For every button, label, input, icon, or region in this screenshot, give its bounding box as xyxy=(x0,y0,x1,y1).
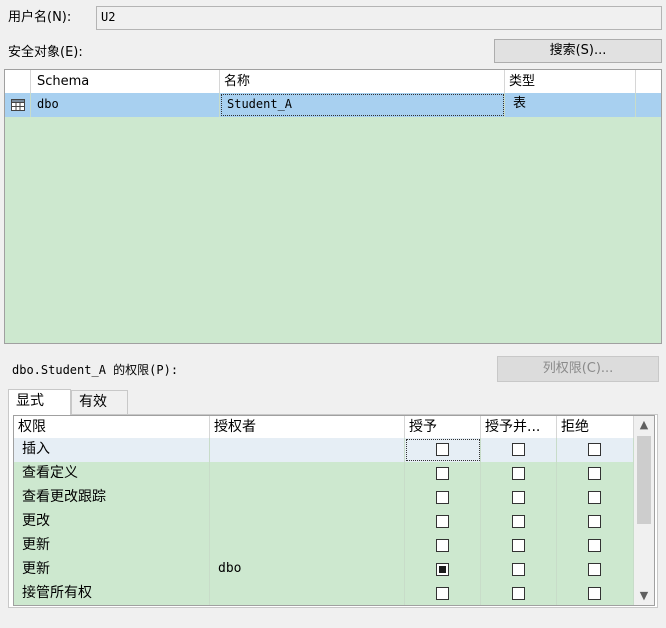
cell-with-grant xyxy=(481,462,557,486)
table-row[interactable]: 查看定义 xyxy=(14,462,634,486)
cell-schema: dbo xyxy=(31,93,220,117)
tab-explicit[interactable]: 显式 xyxy=(8,389,71,415)
securables-header: Schema 名称 类型 xyxy=(5,70,661,94)
cell-grantor xyxy=(210,510,405,534)
cell-grant xyxy=(405,486,481,510)
cell-with-grant xyxy=(481,534,557,558)
cell-name: Student_A xyxy=(220,93,505,117)
grant-checkbox[interactable] xyxy=(436,539,449,552)
cell-permission: 查看定义 xyxy=(14,462,210,486)
column-header-with-grant[interactable]: 授予并... xyxy=(481,416,557,438)
deny-checkbox[interactable] xyxy=(588,467,601,480)
column-header-grant[interactable]: 授予 xyxy=(405,416,481,438)
securables-label: 安全对象(E): xyxy=(8,45,83,60)
grant-checkbox[interactable] xyxy=(436,491,449,504)
cell-deny xyxy=(557,486,634,510)
chevron-down-icon[interactable]: ▼ xyxy=(634,587,654,605)
grant-checkbox[interactable] xyxy=(436,443,449,456)
cell-grantor xyxy=(210,534,405,558)
with-grant-checkbox[interactable] xyxy=(512,443,525,456)
cell-permission: 更改 xyxy=(14,510,210,534)
cell-grantor xyxy=(210,486,405,510)
cell-with-grant xyxy=(481,486,557,510)
cell-permission: 更新 xyxy=(14,558,210,582)
table-row[interactable]: 更新 xyxy=(14,534,634,558)
column-header-schema[interactable]: Schema xyxy=(31,70,220,93)
grant-checkbox[interactable] xyxy=(436,563,449,576)
cell-deny xyxy=(557,558,634,582)
cell-with-grant xyxy=(481,558,557,582)
cell-grantor: dbo xyxy=(210,558,405,582)
table-row[interactable]: 查看更改跟踪 xyxy=(14,486,634,510)
row-header-column xyxy=(5,70,31,93)
deny-checkbox[interactable] xyxy=(588,539,601,552)
table-row[interactable]: dbo Student_A 表 xyxy=(5,93,661,117)
grant-checkbox[interactable] xyxy=(436,587,449,600)
cell-deny xyxy=(557,582,634,605)
cell-grant xyxy=(405,438,481,462)
cell-with-grant xyxy=(481,438,557,462)
tab-effective[interactable]: 有效 xyxy=(71,390,128,414)
cell-deny xyxy=(557,534,634,558)
permissions-scrollbar[interactable]: ▲ ▼ xyxy=(634,416,654,605)
permissions-header: 权限 授权者 授予 授予并... 拒绝 xyxy=(14,416,634,439)
search-button[interactable]: 搜索(S)... xyxy=(494,39,662,63)
cell-grant xyxy=(405,582,481,605)
column-header-grantor[interactable]: 授权者 xyxy=(210,416,405,438)
cell-deny xyxy=(557,510,634,534)
cell-grant xyxy=(405,534,481,558)
column-header-deny[interactable]: 拒绝 xyxy=(557,416,634,438)
cell-grant xyxy=(405,510,481,534)
with-grant-checkbox[interactable] xyxy=(512,467,525,480)
table-icon xyxy=(5,93,31,117)
with-grant-checkbox[interactable] xyxy=(512,563,525,576)
with-grant-checkbox[interactable] xyxy=(512,515,525,528)
table-row[interactable]: 插入 xyxy=(14,438,634,462)
permissions-grid[interactable]: 权限 授权者 授予 授予并... 拒绝 插入 查看定义 查看更改跟踪 更改 更新 xyxy=(13,415,655,606)
cell-deny xyxy=(557,438,634,462)
cell-with-grant xyxy=(481,582,557,605)
cell-type: 表 xyxy=(505,93,636,117)
cell-deny xyxy=(557,462,634,486)
chevron-up-icon[interactable]: ▲ xyxy=(634,416,654,434)
cell-permission: 查看更改跟踪 xyxy=(14,486,210,510)
table-row[interactable]: 接管所有权 xyxy=(14,582,634,605)
username-label: 用户名(N): xyxy=(8,10,72,25)
deny-checkbox[interactable] xyxy=(588,443,601,456)
securables-grid[interactable]: Schema 名称 类型 dbo Student_A 表 xyxy=(4,69,662,344)
scrollbar-thumb[interactable] xyxy=(637,436,651,524)
column-permissions-button[interactable]: 列权限(C)... xyxy=(497,356,659,382)
cell-permission: 接管所有权 xyxy=(14,582,210,605)
cell-permission: 插入 xyxy=(14,438,210,462)
permissions-label: dbo.Student_A 的权限(P): xyxy=(12,363,179,377)
username-field[interactable]: U2 xyxy=(96,6,662,30)
cell-grantor xyxy=(210,438,405,462)
cell-permission: 更新 xyxy=(14,534,210,558)
grant-checkbox[interactable] xyxy=(436,515,449,528)
deny-checkbox[interactable] xyxy=(588,515,601,528)
with-grant-checkbox[interactable] xyxy=(512,587,525,600)
column-header-type[interactable]: 类型 xyxy=(505,70,636,93)
with-grant-checkbox[interactable] xyxy=(512,539,525,552)
cell-grant xyxy=(405,462,481,486)
cell-grant xyxy=(405,558,481,582)
deny-checkbox[interactable] xyxy=(588,563,601,576)
deny-checkbox[interactable] xyxy=(588,491,601,504)
column-header-name[interactable]: 名称 xyxy=(220,70,505,93)
cell-with-grant xyxy=(481,510,557,534)
column-header-permission[interactable]: 权限 xyxy=(14,416,210,438)
table-row[interactable]: 更改 xyxy=(14,510,634,534)
with-grant-checkbox[interactable] xyxy=(512,491,525,504)
grant-checkbox[interactable] xyxy=(436,467,449,480)
cell-grantor xyxy=(210,462,405,486)
deny-checkbox[interactable] xyxy=(588,587,601,600)
cell-grantor xyxy=(210,582,405,605)
table-row[interactable]: 更新 dbo xyxy=(14,558,634,582)
